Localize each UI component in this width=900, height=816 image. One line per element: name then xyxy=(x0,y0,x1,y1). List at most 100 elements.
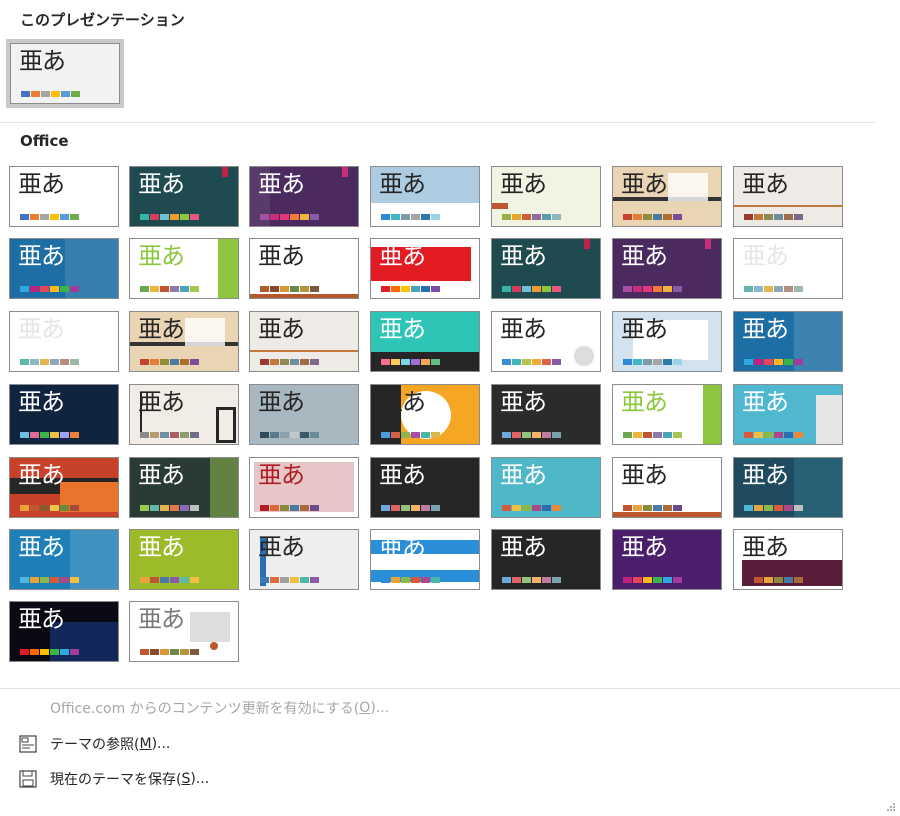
save-theme-icon xyxy=(16,769,40,789)
color-swatches xyxy=(140,432,199,438)
office-theme-thumbnail[interactable]: 亜あ xyxy=(9,601,119,662)
swatch xyxy=(421,214,430,220)
office-theme-thumbnail[interactable]: 亜あ xyxy=(612,529,722,590)
resize-grip-icon[interactable] xyxy=(886,797,896,811)
theme-decoration xyxy=(250,294,358,298)
swatch xyxy=(170,432,179,438)
color-swatches xyxy=(744,577,803,583)
office-theme-thumbnail[interactable]: 亜あ xyxy=(370,457,480,518)
office-theme-thumbnail[interactable]: 亜あ xyxy=(370,384,480,445)
swatch xyxy=(391,432,400,438)
office-theme-thumbnail[interactable]: 亜あ xyxy=(612,311,722,372)
office-theme-thumbnail[interactable]: 亜あ xyxy=(491,384,601,445)
swatch xyxy=(70,432,79,438)
swatch xyxy=(50,359,59,365)
office-theme-thumbnail[interactable]: 亜あ xyxy=(733,457,843,518)
office-theme-thumbnail[interactable]: 亜あ xyxy=(733,384,843,445)
office-theme-thumbnail[interactable]: 亜あ xyxy=(249,311,359,372)
swatch xyxy=(633,286,642,292)
swatch xyxy=(150,505,159,511)
office-theme-thumbnail[interactable]: 亜あ xyxy=(129,457,239,518)
office-theme-thumbnail[interactable]: 亜あ xyxy=(249,166,359,227)
office-theme-thumbnail[interactable]: 亜あ xyxy=(9,529,119,590)
color-swatches xyxy=(623,577,682,583)
swatch xyxy=(170,505,179,511)
swatch xyxy=(754,505,763,511)
swatch xyxy=(774,577,783,583)
office-theme-thumbnail[interactable]: 亜あ xyxy=(612,384,722,445)
swatch xyxy=(744,432,753,438)
office-theme-thumbnail[interactable]: 亜あ xyxy=(129,529,239,590)
office-theme-thumbnail[interactable]: 亜あ xyxy=(733,529,843,590)
swatch xyxy=(150,432,159,438)
swatch xyxy=(794,432,803,438)
office-theme-thumbnail[interactable]: 亜あ xyxy=(129,311,239,372)
swatch xyxy=(140,214,149,220)
office-theme-thumbnail[interactable]: 亜あ xyxy=(9,166,119,227)
office-theme-thumbnail[interactable]: 亜あ xyxy=(491,457,601,518)
swatch xyxy=(391,214,400,220)
office-theme-thumbnail[interactable]: 亜あ xyxy=(129,384,239,445)
swatch xyxy=(180,505,189,511)
browse-themes-item[interactable]: テーマの参照(M)... xyxy=(16,731,170,757)
office-theme-thumbnail[interactable]: 亜あ xyxy=(370,238,480,299)
office-theme-thumbnail[interactable]: 亜あ xyxy=(733,311,843,372)
swatch xyxy=(522,214,531,220)
office-theme-thumbnail[interactable]: 亜あ xyxy=(370,529,480,590)
office-theme-thumbnail[interactable]: 亜あ xyxy=(733,166,843,227)
office-theme-thumbnail[interactable]: 亜あ xyxy=(612,457,722,518)
swatch xyxy=(280,432,289,438)
theme-glyph: 亜あ xyxy=(258,533,305,561)
swatch xyxy=(401,359,410,365)
swatch xyxy=(180,432,189,438)
swatch xyxy=(532,214,541,220)
accelerator-key: S xyxy=(181,771,191,787)
swatch xyxy=(774,214,783,220)
office-theme-thumbnail[interactable]: 亜あ xyxy=(9,457,119,518)
office-theme-thumbnail[interactable]: 亜あ xyxy=(491,311,601,372)
office-theme-thumbnail[interactable]: 亜あ xyxy=(129,166,239,227)
office-theme-thumbnail[interactable]: 亜あ xyxy=(491,529,601,590)
swatch xyxy=(290,286,299,292)
office-theme-thumbnail[interactable]: 亜あ xyxy=(491,238,601,299)
office-theme-thumbnail[interactable]: 亜あ xyxy=(9,311,119,372)
swatch xyxy=(623,505,632,511)
swatch xyxy=(633,432,642,438)
office-theme-thumbnail[interactable]: 亜あ xyxy=(129,601,239,662)
swatch xyxy=(784,286,793,292)
office-theme-thumbnail[interactable]: 亜あ xyxy=(249,238,359,299)
office-theme-thumbnail[interactable]: 亜あ xyxy=(249,384,359,445)
office-theme-thumbnail[interactable]: 亜あ xyxy=(9,384,119,445)
theme-decoration xyxy=(703,385,721,444)
office-theme-thumbnail[interactable]: 亜あ xyxy=(9,238,119,299)
swatch xyxy=(290,359,299,365)
office-theme-thumbnail[interactable]: 亜あ xyxy=(129,238,239,299)
office-theme-thumbnail[interactable]: 亜あ xyxy=(491,166,601,227)
swatch xyxy=(310,432,319,438)
swatch xyxy=(140,505,149,511)
office-theme-thumbnail[interactable]: 亜あ xyxy=(249,457,359,518)
swatch xyxy=(30,214,39,220)
swatch xyxy=(20,214,29,220)
office-theme-thumbnail[interactable]: 亜あ xyxy=(370,311,480,372)
swatch xyxy=(40,649,49,655)
office-theme-thumbnail[interactable]: 亜あ xyxy=(612,166,722,227)
enable-office-updates-item: Office.com からのコンテンツ更新を有効にする(O)... xyxy=(50,695,389,721)
color-swatches xyxy=(623,214,682,220)
color-swatches xyxy=(140,286,199,292)
color-swatches xyxy=(20,505,79,511)
office-theme-thumbnail[interactable]: 亜あ xyxy=(370,166,480,227)
theme-glyph: 亜あ xyxy=(742,461,789,489)
swatch xyxy=(70,214,79,220)
current-theme-thumbnail[interactable]: 亜あ xyxy=(6,39,124,108)
office-theme-thumbnail[interactable]: 亜あ xyxy=(249,529,359,590)
swatch xyxy=(794,577,803,583)
office-theme-thumbnail[interactable]: 亜あ xyxy=(612,238,722,299)
color-swatches xyxy=(260,359,319,365)
swatch xyxy=(30,432,39,438)
swatch xyxy=(532,505,541,511)
office-theme-thumbnail[interactable]: 亜あ xyxy=(733,238,843,299)
save-current-theme-item[interactable]: 現在のテーマを保存(S)... xyxy=(16,766,209,792)
swatch xyxy=(401,214,410,220)
swatch xyxy=(310,214,319,220)
